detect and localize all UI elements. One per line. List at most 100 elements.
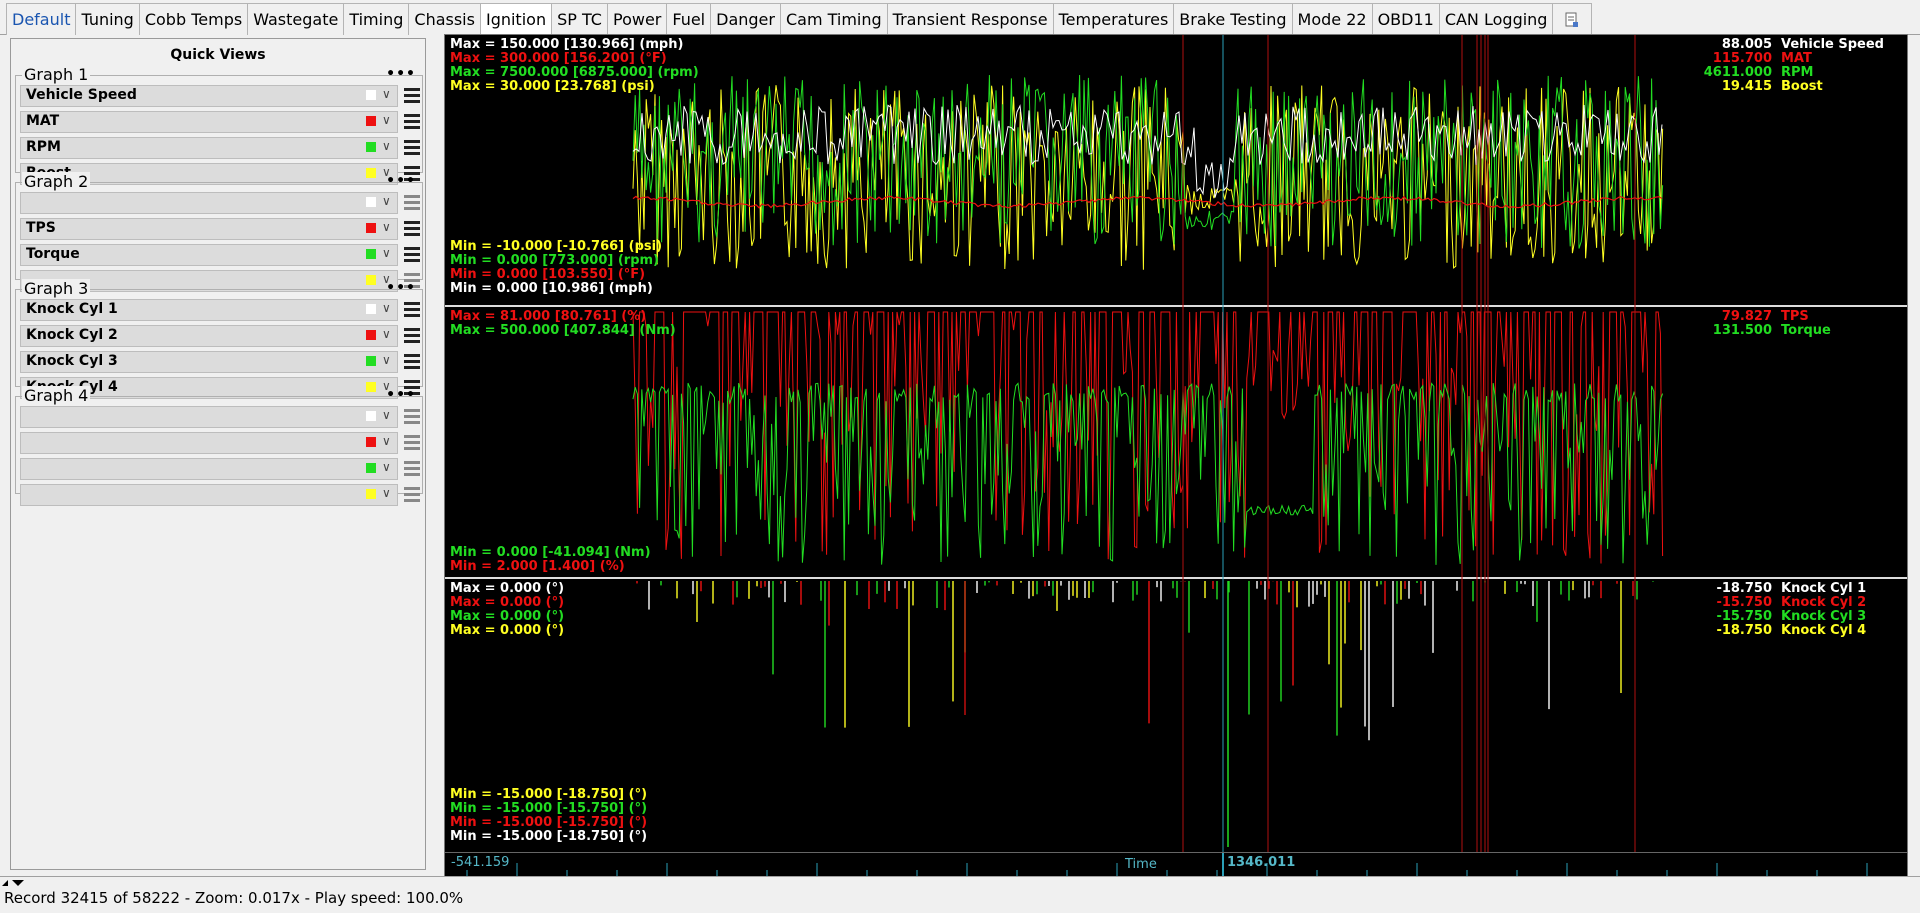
tab-danger[interactable]: Danger xyxy=(710,3,781,35)
channel-select[interactable] xyxy=(20,111,398,133)
graph-4-options-button[interactable]: ••• xyxy=(386,387,416,403)
chevron-down-icon[interactable]: ∨ xyxy=(382,87,391,101)
graph-min-label: Min = 0.000 [10.986] (mph) xyxy=(450,281,653,296)
chevron-down-icon[interactable]: ∨ xyxy=(382,408,391,422)
graph-2-group: Graph 2 ••• ∨ TPS ∨ Torque ∨ ∨ xyxy=(15,172,423,292)
channel-color-swatch[interactable] xyxy=(366,463,376,473)
hamburger-menu-icon[interactable] xyxy=(404,351,420,373)
channel-select[interactable] xyxy=(20,484,398,506)
channel-readout-name: RPM xyxy=(1781,65,1814,80)
channel-color-swatch[interactable] xyxy=(366,304,376,314)
hamburger-menu-icon[interactable] xyxy=(404,325,420,347)
channel-readout-value: 131.500 xyxy=(1712,323,1772,338)
tab-timing[interactable]: Timing xyxy=(343,3,410,35)
hamburger-menu-icon[interactable] xyxy=(404,244,420,266)
channel-select[interactable] xyxy=(20,137,398,159)
hamburger-menu-icon[interactable] xyxy=(404,111,420,133)
tab-power[interactable]: Power xyxy=(606,3,668,35)
hamburger-menu-icon[interactable] xyxy=(404,432,420,454)
tab-obd11[interactable]: OBD11 xyxy=(1371,3,1440,35)
channel-row[interactable]: ∨ xyxy=(20,458,420,480)
channel-row[interactable]: Vehicle Speed ∨ xyxy=(20,85,420,107)
tab-sp-tc[interactable]: SP TC xyxy=(551,3,608,35)
channel-color-swatch[interactable] xyxy=(366,197,376,207)
channel-color-swatch[interactable] xyxy=(366,168,376,178)
time-axis[interactable]: -541.159 Time 1346.011 xyxy=(445,852,1907,876)
channel-row[interactable]: Knock Cyl 3 ∨ xyxy=(20,351,420,373)
channel-readout-name: Vehicle Speed xyxy=(1781,37,1884,52)
channel-row[interactable]: RPM ∨ xyxy=(20,137,420,159)
channel-color-swatch[interactable] xyxy=(366,275,376,285)
channel-row[interactable]: Knock Cyl 1 ∨ xyxy=(20,299,420,321)
channel-row[interactable]: ∨ xyxy=(20,406,420,428)
channel-select[interactable] xyxy=(20,432,398,454)
tab-tuning[interactable]: Tuning xyxy=(75,3,140,35)
chevron-down-icon[interactable]: ∨ xyxy=(382,460,391,474)
channel-color-swatch[interactable] xyxy=(366,330,376,340)
hamburger-menu-icon[interactable] xyxy=(404,458,420,480)
channel-color-swatch[interactable] xyxy=(366,249,376,259)
channel-color-swatch[interactable] xyxy=(366,90,376,100)
channel-row[interactable]: Knock Cyl 2 ∨ xyxy=(20,325,420,347)
tab-can-logging[interactable]: CAN Logging xyxy=(1438,3,1554,35)
graph-2-options-button[interactable]: ••• xyxy=(386,173,416,189)
tab-brake-testing[interactable]: Brake Testing xyxy=(1173,3,1293,35)
channel-readout-name: Knock Cyl 2 xyxy=(1781,595,1867,610)
add-tab-icon[interactable] xyxy=(1552,3,1593,35)
channel-select[interactable] xyxy=(20,218,398,240)
channel-color-swatch[interactable] xyxy=(366,116,376,126)
chevron-down-icon[interactable]: ∨ xyxy=(382,139,391,153)
graph-3-options-button[interactable]: ••• xyxy=(386,280,416,296)
tab-cam-timing[interactable]: Cam Timing xyxy=(779,3,888,35)
chevron-down-icon[interactable]: ∨ xyxy=(382,353,391,367)
chevron-down-icon[interactable]: ∨ xyxy=(382,220,391,234)
channel-select[interactable] xyxy=(20,192,398,214)
chevron-down-icon[interactable]: ∨ xyxy=(382,434,391,448)
tab-wastegate[interactable]: Wastegate xyxy=(247,3,345,35)
channel-row[interactable]: ∨ xyxy=(20,484,420,506)
tab-transient-response[interactable]: Transient Response xyxy=(886,3,1054,35)
channel-row[interactable]: TPS ∨ xyxy=(20,218,420,240)
tab-fuel[interactable]: Fuel xyxy=(666,3,712,35)
channel-select[interactable] xyxy=(20,458,398,480)
log-traces[interactable] xyxy=(445,35,1907,852)
hamburger-menu-icon[interactable] xyxy=(404,406,420,428)
channel-color-swatch[interactable] xyxy=(366,223,376,233)
channel-readout-value: -18.750 xyxy=(1716,623,1772,638)
channel-readout-name: Knock Cyl 1 xyxy=(1781,581,1867,596)
tab-strip: Default Tuning Cobb Temps Wastegate Timing Ch… xyxy=(6,3,1593,35)
channel-row[interactable]: MAT ∨ xyxy=(20,111,420,133)
chevron-down-icon[interactable]: ∨ xyxy=(382,327,391,341)
chevron-down-icon[interactable]: ∨ xyxy=(382,113,391,127)
hamburger-menu-icon[interactable] xyxy=(404,85,420,107)
chevron-down-icon[interactable]: ∨ xyxy=(382,246,391,260)
hamburger-menu-icon[interactable] xyxy=(404,192,420,214)
channel-color-swatch[interactable] xyxy=(366,437,376,447)
tab-chassis[interactable]: Chassis xyxy=(408,3,481,35)
channel-color-swatch[interactable] xyxy=(366,411,376,421)
hamburger-menu-icon[interactable] xyxy=(404,218,420,240)
channel-row[interactable]: ∨ xyxy=(20,432,420,454)
channel-row[interactable]: Torque ∨ xyxy=(20,244,420,266)
graph-1-options-button[interactable]: ••• xyxy=(386,66,416,82)
log-plot-area[interactable]: Max = 150.000 [130.966] (mph) Max = 300.0… xyxy=(444,34,1908,876)
channel-row[interactable]: ∨ xyxy=(20,192,420,214)
chevron-down-icon[interactable]: ∨ xyxy=(382,486,391,500)
channel-color-swatch[interactable] xyxy=(366,142,376,152)
channel-select[interactable] xyxy=(20,406,398,428)
tab-ignition[interactable]: Ignition xyxy=(479,3,553,35)
chevron-down-icon[interactable]: ∨ xyxy=(382,301,391,315)
channel-color-swatch[interactable] xyxy=(366,356,376,366)
tab-default[interactable]: Default xyxy=(6,3,77,35)
tab-temperatures[interactable]: Temperatures xyxy=(1052,3,1175,35)
hamburger-menu-icon[interactable] xyxy=(404,484,420,506)
channel-color-swatch[interactable] xyxy=(366,382,376,392)
graph-max-label: Max = 81.000 [80.761] (%) xyxy=(450,309,647,324)
channel-color-swatch[interactable] xyxy=(366,489,376,499)
channel-readout-name: Torque xyxy=(1781,323,1831,338)
hamburger-menu-icon[interactable] xyxy=(404,299,420,321)
chevron-down-icon[interactable]: ∨ xyxy=(382,194,391,208)
hamburger-menu-icon[interactable] xyxy=(404,137,420,159)
tab-mode-22[interactable]: Mode 22 xyxy=(1291,3,1373,35)
tab-cobb-temps[interactable]: Cobb Temps xyxy=(138,3,249,35)
